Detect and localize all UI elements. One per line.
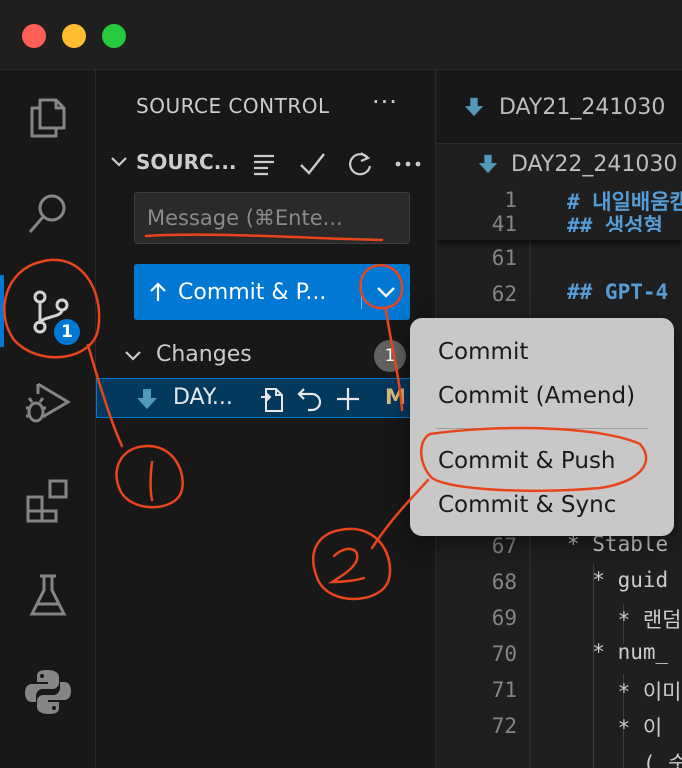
file-actions	[257, 384, 363, 414]
repo-more-button[interactable]	[392, 148, 424, 180]
markdown-file-icon	[137, 389, 157, 409]
changes-count-badge: 1	[374, 340, 406, 372]
minimize-window-button[interactable]	[62, 24, 86, 48]
close-window-button[interactable]	[22, 24, 46, 48]
more-icon	[395, 161, 421, 167]
line-number: 67	[491, 534, 517, 558]
explorer-button[interactable]	[0, 82, 96, 154]
python-icon	[25, 670, 71, 714]
commit-context-menu: Commit Commit (Amend) Commit & Push Comm…	[410, 318, 674, 536]
menu-separator	[436, 428, 648, 429]
file-status-modified: M	[385, 385, 406, 409]
line-number: 1	[504, 188, 517, 212]
code-line: * 랜덤	[567, 608, 682, 632]
zoom-window-button[interactable]	[102, 24, 126, 48]
title-bar	[0, 0, 682, 70]
commit-check-button[interactable]	[296, 148, 328, 180]
check-icon	[300, 153, 325, 175]
arrow-up-icon	[150, 282, 166, 301]
plus-icon	[337, 388, 359, 410]
repository-actions	[248, 148, 424, 180]
code-line: ## GPT-4	[567, 280, 669, 304]
commit-push-label: Commit & P...	[178, 279, 327, 305]
menu-item-commit-push[interactable]: Commit & Push	[410, 439, 674, 483]
search-button[interactable]	[0, 178, 96, 250]
source-control-button[interactable]: 1	[0, 275, 96, 347]
discard-icon	[297, 388, 322, 412]
refresh-icon	[349, 152, 372, 176]
line-number: 72	[491, 714, 517, 738]
line-number: 69	[491, 606, 517, 630]
menu-item-commit[interactable]: Commit	[410, 330, 674, 374]
line-number: 41	[491, 212, 517, 232]
line-number: 71	[491, 678, 517, 702]
chevron-down-icon	[125, 351, 141, 361]
testing-icon	[29, 574, 67, 616]
markdown-file-icon	[478, 154, 498, 174]
editor-tabs: DAY21_241030	[437, 70, 682, 144]
repository-header[interactable]: SOURC...	[96, 142, 436, 182]
repository-name: SOURC...	[136, 150, 237, 174]
changed-file-name: DAY...	[173, 385, 233, 410]
commit-push-button-group: Commit & P...	[134, 264, 410, 320]
commit-message-box	[134, 192, 410, 244]
open-file-icon	[261, 388, 283, 412]
extensions-button[interactable]	[0, 465, 96, 537]
sidebar-more-button[interactable]: ···	[372, 88, 398, 116]
files-icon	[30, 98, 66, 138]
open-file-button[interactable]	[257, 384, 287, 414]
line-number: 70	[491, 642, 517, 666]
search-icon	[28, 194, 66, 233]
changes-group-header[interactable]: Changes 1	[96, 338, 436, 374]
sticky-scroll[interactable]: 1 # 내일배움캠 41 ## 생성형	[437, 184, 682, 240]
chevron-down-icon	[111, 157, 127, 167]
run-debug-button[interactable]	[0, 366, 96, 438]
activity-bar: 1	[0, 70, 96, 768]
breadcrumb-file: DAY22_241030	[511, 151, 678, 177]
refresh-button[interactable]	[344, 148, 376, 180]
changes-label: Changes	[156, 342, 252, 367]
code-line: * guid	[567, 568, 669, 592]
line-number: 68	[491, 570, 517, 594]
testing-button[interactable]	[0, 560, 96, 632]
code-line: * 이미	[567, 680, 682, 704]
discard-changes-button[interactable]	[295, 384, 325, 414]
chevron-down-icon	[377, 287, 395, 298]
sidebar-title: SOURCE CONTROL	[136, 94, 330, 118]
menu-item-commit-sync[interactable]: Commit & Sync	[410, 483, 674, 527]
commit-message-input[interactable]	[135, 193, 409, 243]
extensions-icon	[26, 479, 68, 523]
breadcrumb[interactable]: DAY22_241030	[437, 144, 682, 184]
tab-label: DAY21_241030	[499, 94, 666, 120]
list-icon	[254, 154, 274, 176]
code-line: ## 생성형	[567, 214, 663, 232]
code-line: * 이	[567, 716, 675, 740]
menu-item-commit-amend[interactable]: Commit (Amend)	[410, 374, 674, 418]
markdown-file-icon	[464, 97, 484, 117]
source-control-badge: 1	[52, 317, 82, 347]
code-line: ( 숫자	[642, 752, 682, 768]
commit-push-button[interactable]: Commit & P...	[134, 264, 361, 320]
code-line: * num_	[567, 640, 669, 664]
line-number: 62	[491, 282, 517, 306]
line-number: 61	[491, 246, 517, 270]
tab-day21[interactable]: DAY21_241030	[437, 70, 665, 144]
python-button[interactable]	[0, 656, 96, 728]
view-as-tree-button[interactable]	[248, 148, 280, 180]
commit-dropdown-button[interactable]	[362, 264, 410, 320]
run-debug-icon	[26, 382, 71, 423]
source-control-sidebar: SOURCE CONTROL ··· SOURC... Commit & P..…	[96, 70, 436, 768]
stage-changes-button[interactable]	[333, 384, 363, 414]
changed-file-row[interactable]: DAY... M	[96, 378, 436, 418]
